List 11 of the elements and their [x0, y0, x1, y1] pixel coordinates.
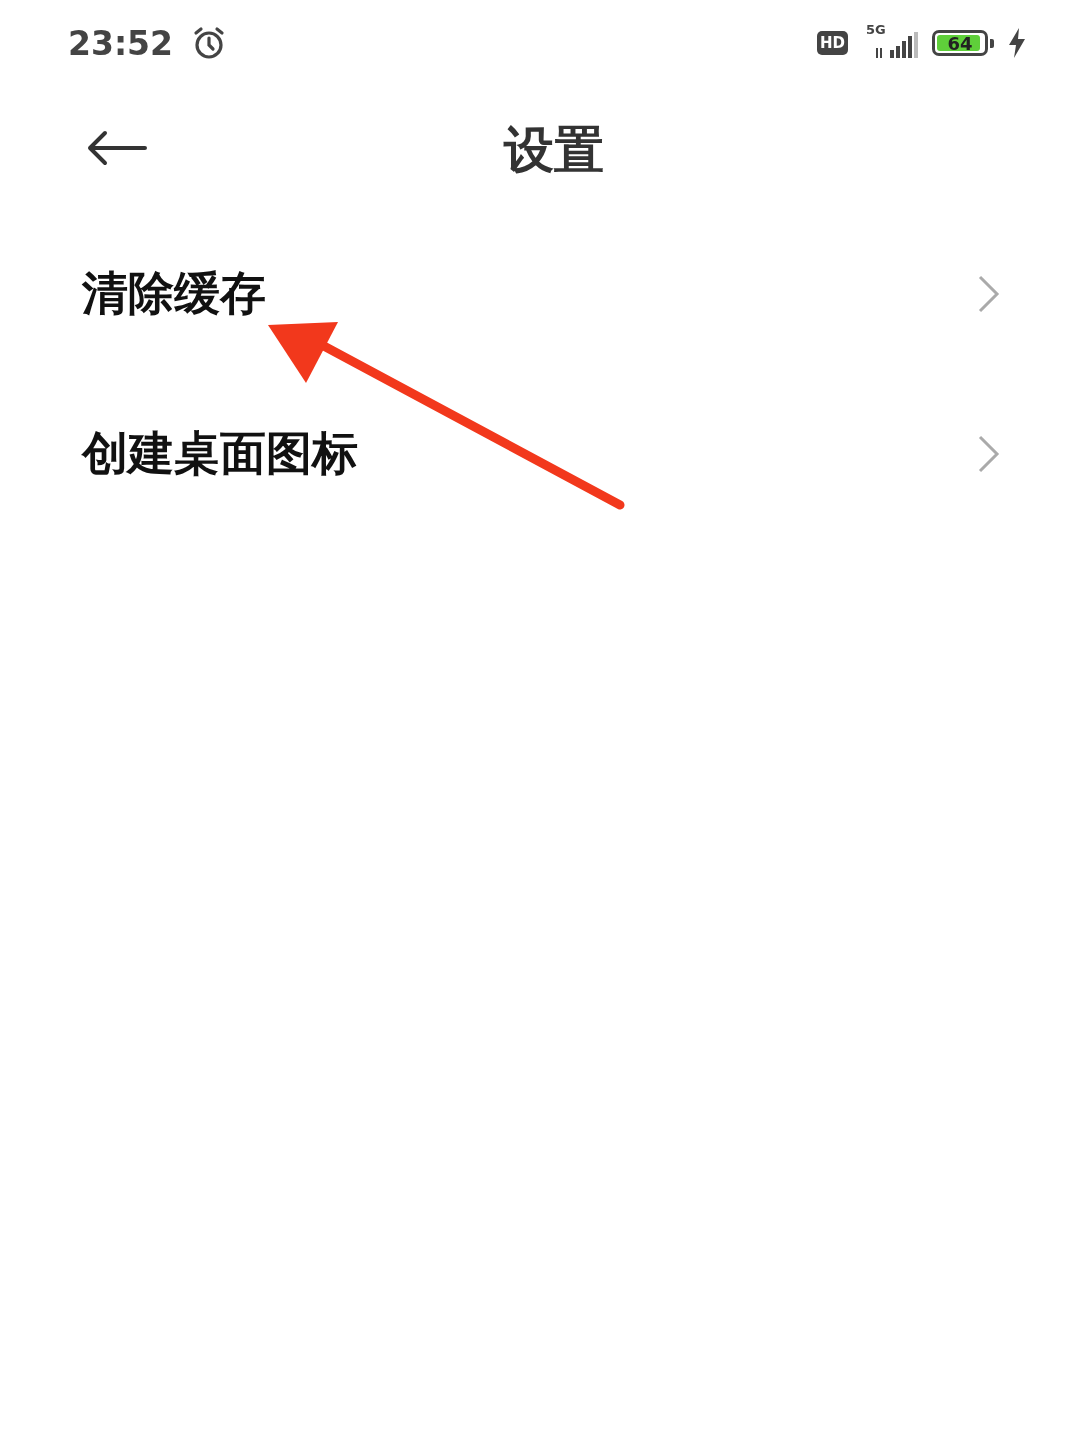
back-icon[interactable] [87, 130, 147, 166]
network-type: 5G [866, 22, 886, 37]
menu-item[interactable]: 创建桌面图标 [82, 423, 358, 485]
signal-icon [876, 32, 918, 60]
clock-time: 23:52 [68, 23, 174, 63]
page-title: 设置 [504, 119, 604, 181]
menu-item[interactable]: 清除缓存 [82, 263, 266, 325]
chevron-icon [978, 435, 1000, 473]
hd-badge: HD [817, 31, 848, 55]
chevron-icon [978, 275, 1000, 313]
battery-level: 64 [947, 32, 973, 54]
